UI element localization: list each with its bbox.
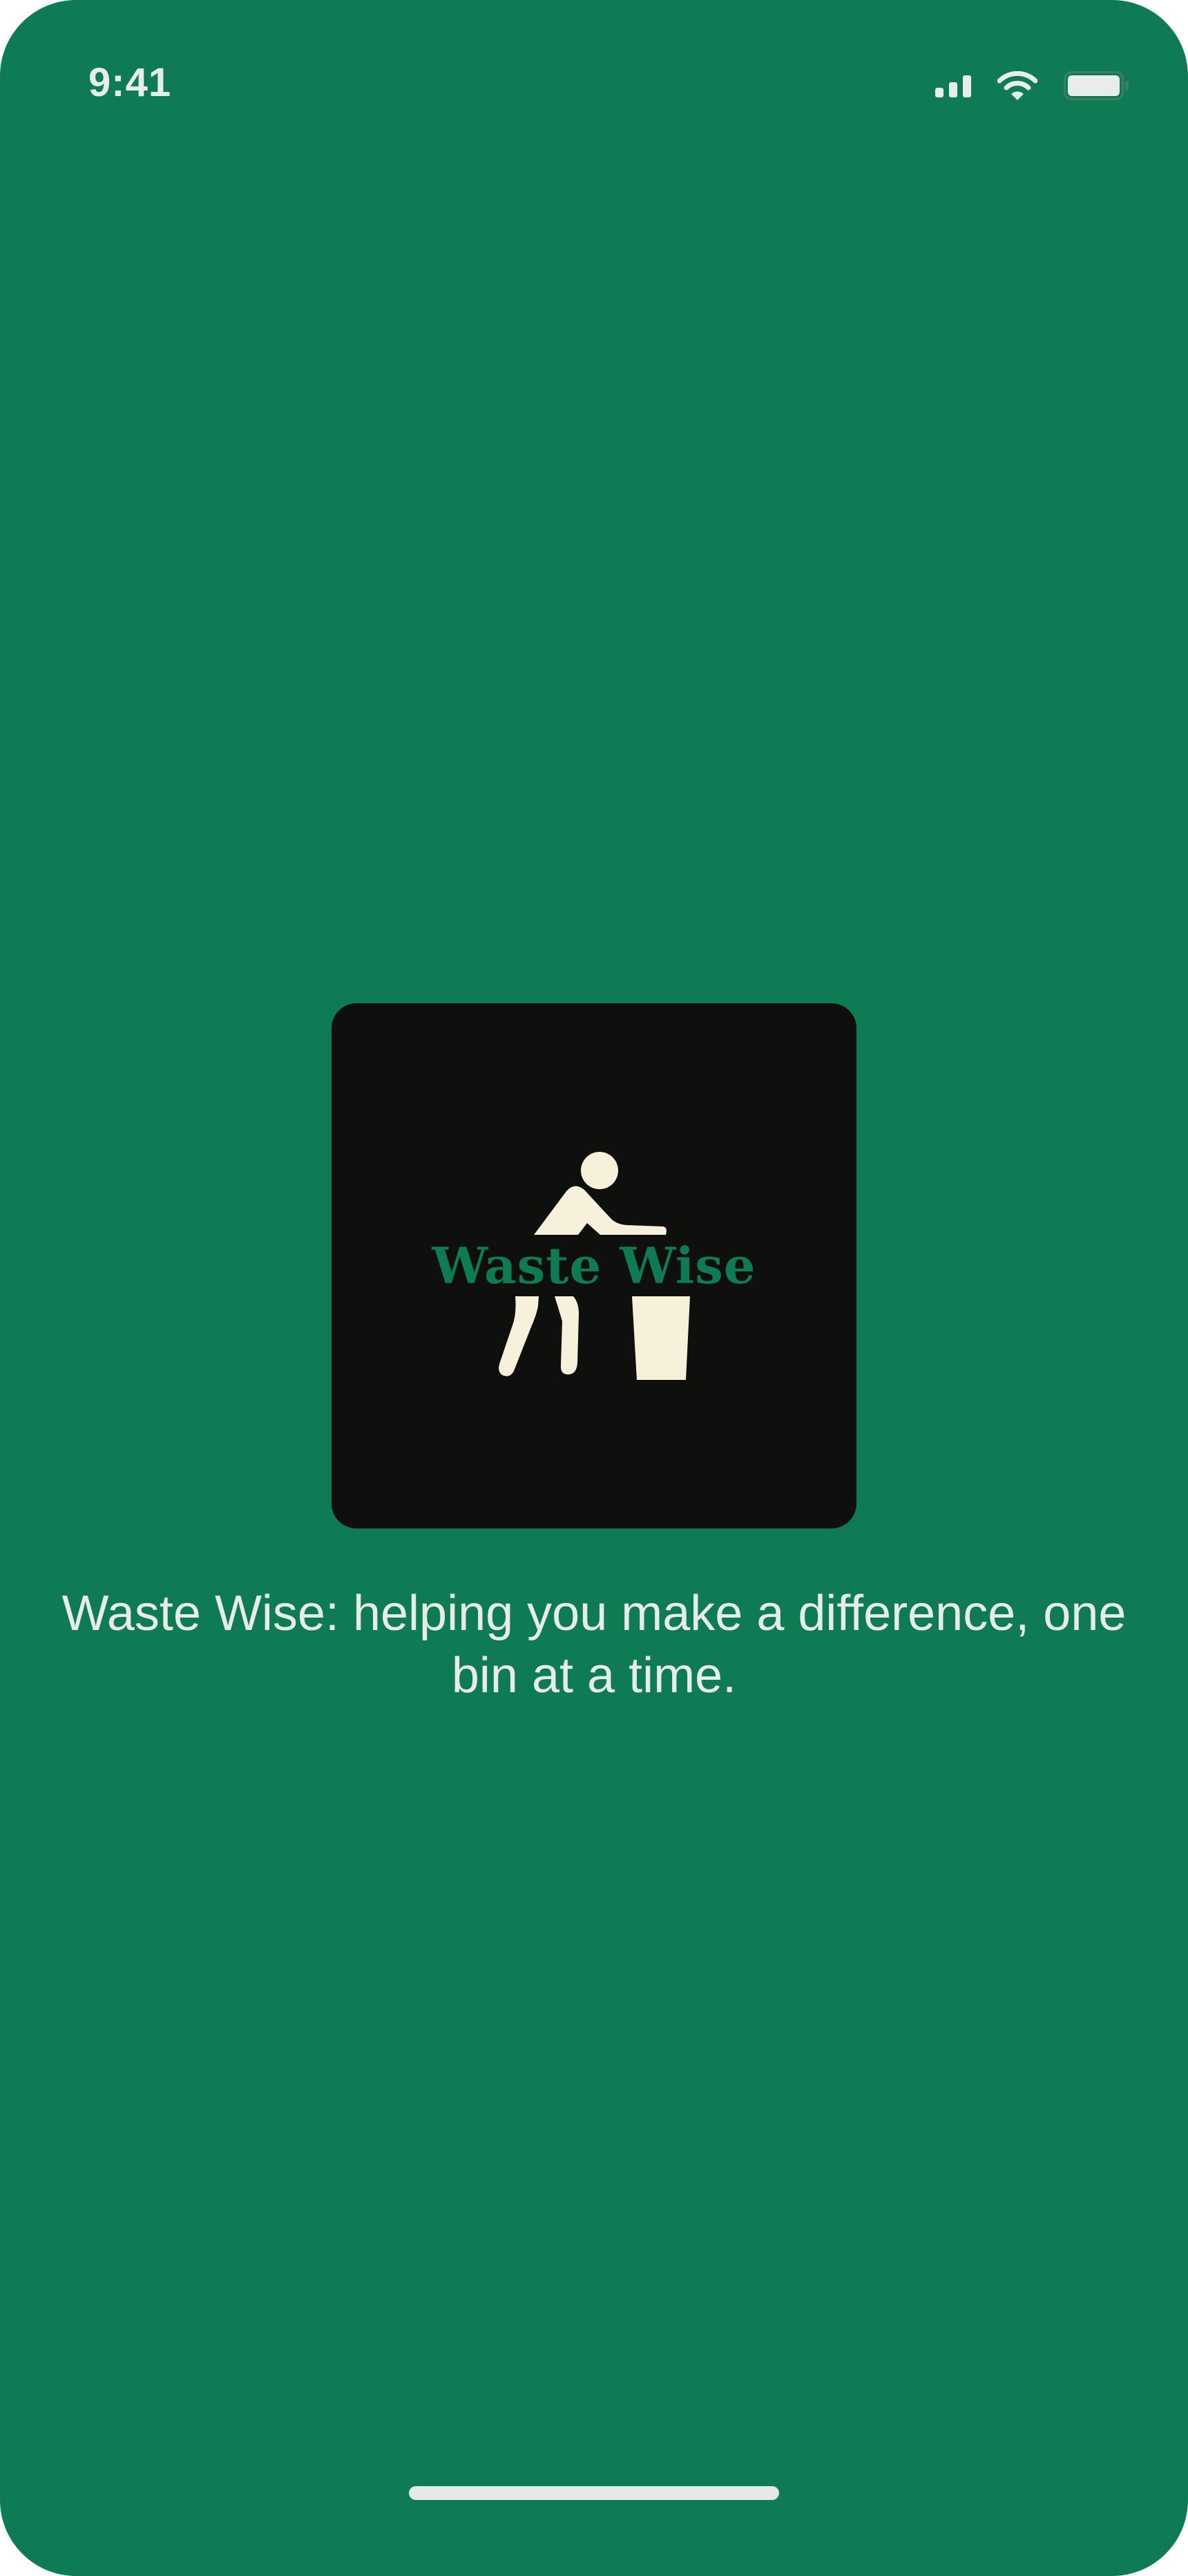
status-bar: 9:41 <box>0 0 1188 166</box>
wifi-icon <box>997 71 1037 100</box>
splash-screen: 9:41 Waste Wise Waste Wise: helping you … <box>0 0 1188 2576</box>
home-indicator[interactable] <box>409 2486 779 2500</box>
battery-icon <box>1064 71 1129 100</box>
tagline: Waste Wise: helping you make a differenc… <box>61 1586 1127 1703</box>
app-logo: Waste Wise <box>332 1003 856 1528</box>
status-time: 9:41 <box>88 60 172 105</box>
logo-wordmark: Waste Wise <box>432 1236 756 1295</box>
status-icons <box>935 69 1130 102</box>
cellular-signal-icon <box>935 75 971 97</box>
